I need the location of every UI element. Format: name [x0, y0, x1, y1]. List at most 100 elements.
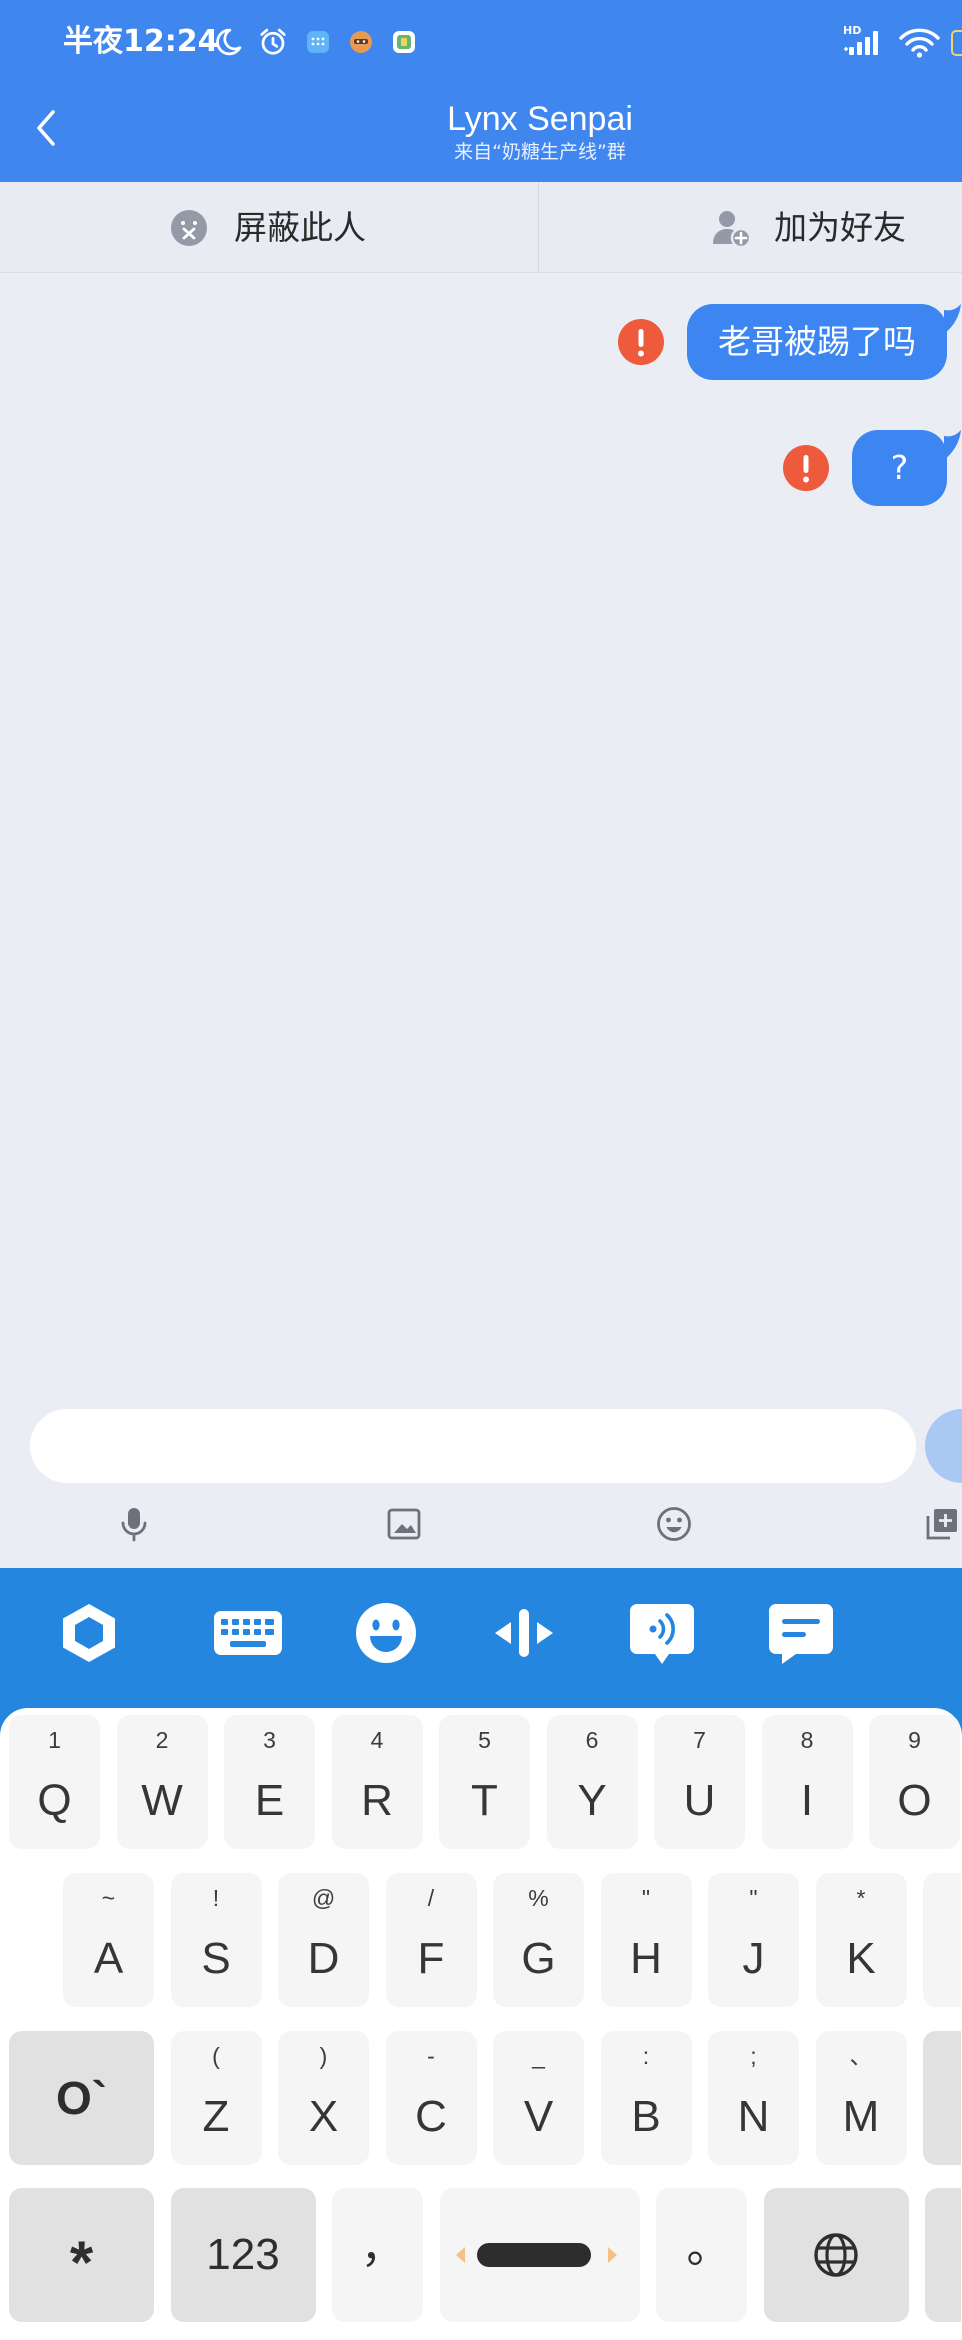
key-hint: 8	[800, 1727, 814, 1753]
signal-icon: HD	[843, 25, 886, 56]
key-label: U	[683, 1776, 716, 1825]
page-title: Lynx Senpai	[447, 100, 633, 138]
key-a[interactable]: ~ A	[63, 1873, 154, 2007]
keyboard-row-1: 1Q 2W 3E 4R 5T 6Y 7U 8I 9O	[9, 1715, 960, 1849]
keyboard-panel: 1Q 2W 3E 4R 5T 6Y 7U 8I 9O ~ A ! S @ D / F %…	[0, 1708, 962, 2340]
bubble-tail	[944, 430, 961, 460]
key-f[interactable]: / F	[385, 1873, 477, 2007]
key-label: W	[141, 1776, 183, 1825]
space-key[interactable]	[439, 2188, 640, 2322]
message-row: ?	[0, 430, 962, 506]
page-subtitle: 来自“奶糖生产线”群	[454, 141, 626, 163]
key-label: Y	[577, 1776, 607, 1825]
send-icon[interactable]	[925, 1409, 962, 1483]
key-hint: *	[856, 1885, 866, 1911]
key-hint: 1	[48, 1727, 61, 1753]
key-label: X	[308, 2092, 339, 2141]
key-h[interactable]: " H	[600, 1873, 692, 2007]
moon-icon	[216, 28, 242, 56]
comma-key[interactable]: ，	[332, 2188, 423, 2322]
add-friend-button[interactable]: 加为好友	[711, 182, 906, 273]
image-icon[interactable]	[386, 1506, 422, 1542]
key-g[interactable]: % G	[493, 1873, 584, 2007]
keyboard-row-3: O` (Z ) X -C _ V :B ; N 、 M	[9, 2031, 961, 2165]
key-hint: -	[427, 2043, 435, 2069]
key-label: F	[417, 1934, 445, 1983]
language-key[interactable]	[763, 2188, 909, 2322]
key-w[interactable]: 2W	[116, 1715, 208, 1849]
key-label: E	[254, 1776, 285, 1825]
message-text: 老哥被踢了吗	[718, 322, 916, 361]
key-k[interactable]: * K	[815, 1873, 907, 2007]
period-key[interactable]: 。	[656, 2188, 747, 2322]
error-icon[interactable]	[783, 445, 829, 491]
key-label: D	[307, 1934, 340, 1983]
key-hint: _	[532, 2043, 545, 2069]
chevron-left-icon[interactable]	[33, 108, 59, 148]
more-icon[interactable]	[924, 1506, 960, 1542]
status-time: 半夜12:24	[63, 24, 219, 59]
key-label: B	[631, 2092, 661, 2141]
action-divider	[538, 182, 539, 273]
key-j[interactable]: " J	[708, 1873, 799, 2007]
quick-phrase-icon[interactable]	[768, 1602, 834, 1666]
key-t[interactable]: 5T	[439, 1715, 530, 1849]
key-hint: "	[749, 1885, 758, 1911]
message-bubble[interactable]: ?	[852, 430, 961, 506]
cursor-move-icon[interactable]	[491, 1608, 557, 1658]
keyboard-layout-icon[interactable]	[213, 1610, 283, 1656]
key-hint: @	[311, 1885, 336, 1911]
key-label: J	[742, 1934, 765, 1983]
wifi-icon	[899, 28, 940, 58]
key-m[interactable]: 、 M	[815, 2031, 907, 2165]
symbol-key[interactable]: *	[9, 2188, 154, 2322]
key-label: A	[93, 1934, 124, 1983]
globe-icon	[764, 2188, 909, 2322]
key-i[interactable]: 8I	[761, 1715, 853, 1849]
message-input[interactable]	[30, 1409, 916, 1483]
key-x[interactable]: ) X	[278, 2031, 369, 2165]
top-bar: 半夜12:24 HD Lynx Senpai 来自“奶糖生产线”群	[0, 0, 962, 182]
app-face-icon	[350, 31, 372, 53]
key-d[interactable]: @ D	[278, 1873, 369, 2007]
key-z[interactable]: (Z	[170, 2031, 262, 2165]
message-bubble[interactable]: 老哥被踢了吗	[687, 304, 961, 380]
key-n[interactable]: ; N	[708, 2031, 799, 2165]
key-label: O	[897, 1776, 932, 1825]
key-r[interactable]: 4R	[331, 1715, 423, 1849]
keyboard-logo-icon[interactable]	[61, 1602, 117, 1664]
emoji-icon[interactable]	[656, 1506, 692, 1542]
key-s[interactable]: ! S	[170, 1873, 262, 2007]
key-y[interactable]: 6Y	[546, 1715, 638, 1849]
block-user-button[interactable]: 屏蔽此人	[170, 182, 366, 273]
key-e[interactable]: 3E	[224, 1715, 315, 1849]
enter-key-partial[interactable]	[925, 2188, 961, 2322]
key-label: K	[846, 1934, 876, 1983]
backspace-key-partial[interactable]	[923, 2031, 961, 2165]
key-hint: 6	[585, 1727, 599, 1753]
key-hint: (	[212, 2043, 220, 2069]
key-partial[interactable]	[923, 1873, 961, 2007]
error-icon[interactable]	[618, 319, 664, 365]
app-note-icon	[393, 31, 415, 53]
key-label: I	[800, 1776, 814, 1825]
voice-input-icon[interactable]	[629, 1602, 695, 1666]
key-v[interactable]: _ V	[493, 2031, 584, 2165]
key-c[interactable]: -C	[385, 2031, 477, 2165]
key-u[interactable]: 7U	[654, 1715, 745, 1849]
key-b[interactable]: :B	[600, 2031, 692, 2165]
mic-icon[interactable]	[116, 1506, 152, 1542]
key-label: Z	[202, 2092, 230, 2141]
key-hint: 4	[370, 1727, 384, 1753]
app-grid-icon	[307, 31, 329, 53]
emoji-icon[interactable]	[355, 1602, 417, 1664]
separator-key[interactable]: O`	[9, 2031, 154, 2165]
key-q[interactable]: 1Q	[9, 1715, 100, 1849]
numeric-key[interactable]: 123	[170, 2188, 316, 2322]
key-label: N	[737, 2092, 770, 2141]
add-user-icon	[713, 210, 751, 248]
key-hint: /	[427, 1885, 435, 1911]
key-o[interactable]: 9O	[869, 1715, 960, 1849]
numeric-key-label: 123	[206, 2230, 280, 2279]
signal-bars	[844, 31, 878, 55]
